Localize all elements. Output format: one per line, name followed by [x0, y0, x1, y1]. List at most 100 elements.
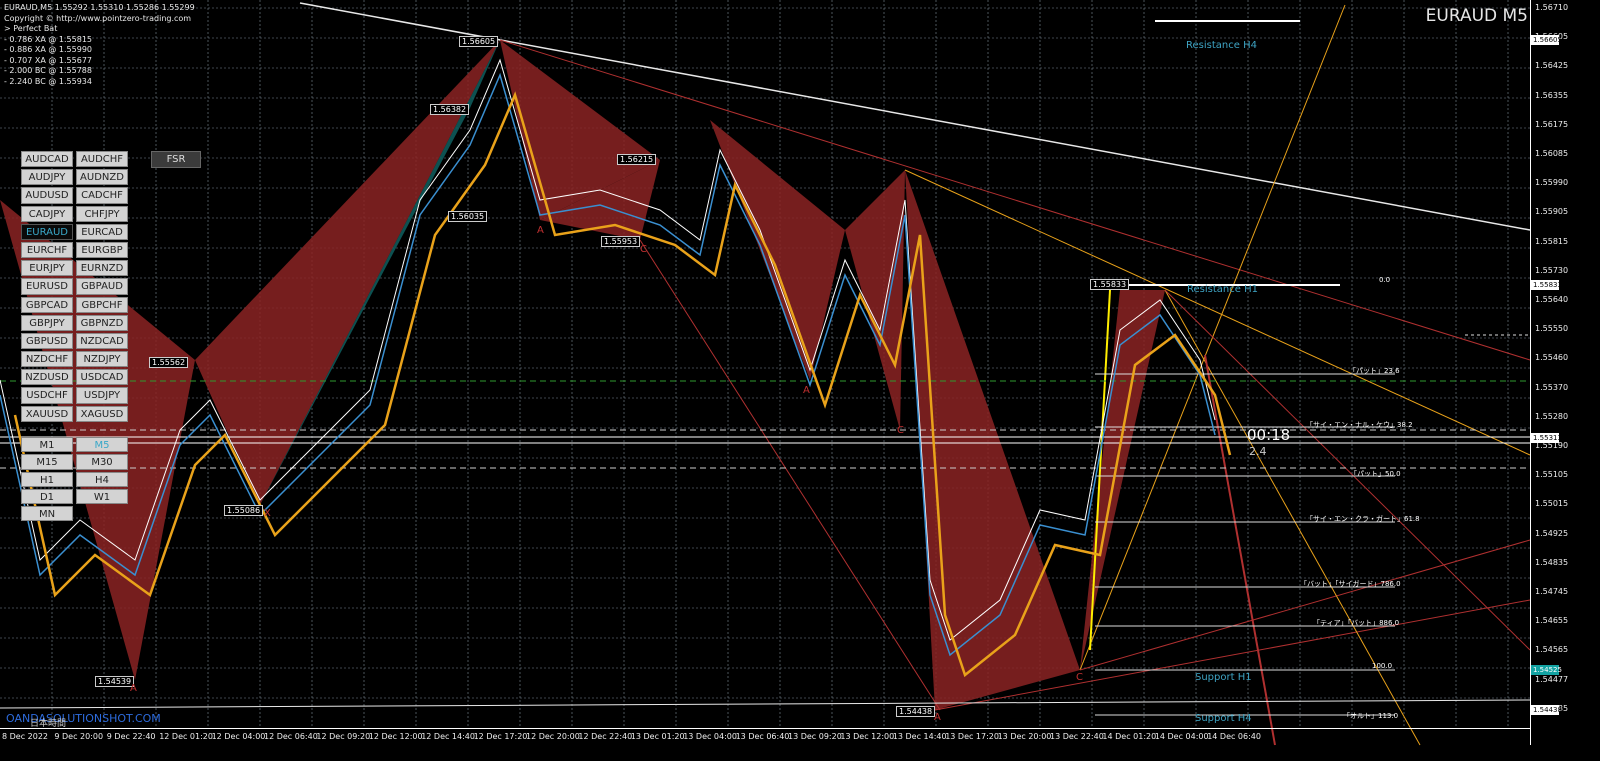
symbol-button[interactable]: AUDUSD — [21, 187, 73, 204]
price-tick-label: 1.55015 — [1535, 499, 1569, 509]
price-badge: 1.55833 — [1531, 280, 1562, 290]
price-tick-label: 1.54745 — [1535, 587, 1569, 596]
symbol-button[interactable]: NZDJPY — [76, 351, 128, 368]
pattern-point-letter: A — [803, 385, 810, 396]
price-chart[interactable] — [0, 0, 1600, 761]
price-tick-label: 1.55280 — [1535, 411, 1569, 421]
symbol-button[interactable]: EURNZD — [76, 260, 128, 277]
timeframe-button[interactable]: W1 — [76, 488, 128, 505]
pattern-point-letter: A — [130, 683, 137, 694]
price-tick-label: 1.55730 — [1535, 265, 1569, 275]
timeframe-button[interactable]: M15 — [21, 454, 73, 470]
time-tick-label: 12 Dec 12:00 — [368, 732, 423, 741]
timeframe-button[interactable]: H1 — [21, 471, 73, 487]
price-tick-label: 1.54835 — [1535, 557, 1569, 567]
pivot-price-label: 1.56605 — [459, 36, 499, 47]
symbol-button[interactable]: GBPCHF — [76, 296, 128, 313]
timeframe-button[interactable]: M30 — [76, 454, 128, 470]
symbol-button[interactable]: GBPJPY — [21, 314, 73, 331]
support-h1-label: Support H1 — [1195, 672, 1252, 683]
time-tick-label: 13 Dec 17:20 — [945, 732, 999, 741]
symbol-button[interactable]: NZDCAD — [76, 332, 128, 350]
fib-level-label: 「サイ・エン・ナル・ケウ」38.2 — [1306, 421, 1413, 429]
price-tick-label: 1.55460 — [1535, 353, 1569, 363]
symbol-button[interactable]: EURCAD — [76, 223, 128, 240]
symbol-button[interactable]: GBPCAD — [21, 296, 73, 313]
symbol-button[interactable]: CADCHF — [76, 187, 128, 204]
trend-line — [1079, 539, 1531, 671]
symbol-button[interactable]: NZDUSD — [21, 369, 73, 386]
symbol-line: EURAUD,M5 1.55292 1.55310 1.55286 1.5529… — [4, 3, 195, 12]
time-tick-label: 12 Dec 04:00 — [211, 732, 266, 741]
price-tick-label: 1.56175 — [1535, 119, 1569, 129]
pattern-point-letter: X — [264, 508, 271, 519]
price-tick-label: 1.55105 — [1535, 470, 1569, 480]
time-tick-label: 12 Dec 17:20 — [473, 732, 528, 741]
pivot-price-label: 1.54438 — [896, 706, 936, 717]
time-tick-label: 12 Dec 06:40 — [264, 732, 318, 741]
price-badge: 1.56605 — [1531, 35, 1562, 45]
resistance-h1-label: Resistance H1 — [1187, 284, 1258, 295]
symbol-button[interactable]: EURAUD — [21, 223, 73, 240]
symbol-button[interactable]: GBPUSD — [21, 332, 73, 350]
symbol-button[interactable]: AUDJPY — [21, 169, 73, 186]
harmonic-patterns — [0, 40, 1165, 710]
price-tick-label: 1.54655 — [1535, 616, 1569, 626]
fib-level-label: 「オルト」113.0 — [1343, 712, 1399, 720]
pivot-price-label: 1.55833 — [1090, 279, 1130, 290]
symbol-button[interactable]: XAUUSD — [21, 405, 73, 422]
symbol-button[interactable]: XAGUSD — [76, 405, 128, 422]
trend-line — [1204, 354, 1276, 746]
support-h4-label: Support H4 — [1195, 713, 1252, 724]
time-tick-label: 13 Dec 09:20 — [788, 732, 842, 741]
ratio-line: - 2.240 BC @ 1.55934 — [4, 76, 92, 86]
symbol-button[interactable]: NZDCHF — [21, 351, 73, 368]
symbol-button[interactable]: GBPAUD — [76, 278, 128, 295]
timeframe-button-panel: M1 M5 M15 M30 H1 H4 D1 W1 MN — [21, 437, 129, 522]
symbol-button[interactable]: AUDNZD — [76, 169, 128, 186]
time-axis[interactable]: 8 Dec 2022 9 Dec 20:00 9 Dec 22:40 12 Dec 0… — [0, 728, 1530, 746]
price-tick-label: 1.54565 — [1535, 645, 1569, 655]
trend-line — [499, 39, 1531, 361]
price-tick-label: 1.54925 — [1535, 528, 1569, 538]
timeframe-button[interactable]: D1 — [21, 488, 73, 505]
pattern-point-letter: C — [897, 425, 904, 436]
timeframe-button[interactable]: M1 — [21, 437, 73, 453]
symbol-button[interactable]: CADJPY — [21, 205, 73, 222]
price-tick-label: 1.56085 — [1535, 149, 1569, 158]
price-badge: 1.55313 — [1531, 433, 1562, 443]
symbol-button[interactable]: USDCHF — [21, 387, 73, 404]
price-tick-label: 1.55905 — [1535, 207, 1569, 217]
symbol-button[interactable]: EURGBP — [76, 241, 128, 259]
price-badge: 1.54438 — [1531, 705, 1562, 715]
price-tick-label: 1.56425 — [1535, 61, 1569, 71]
time-tick-label: 12 Dec 14:40 — [421, 732, 475, 741]
symbol-button[interactable]: USDCAD — [76, 369, 128, 386]
pivot-price-label: 1.55953 — [601, 236, 641, 247]
pivot-price-label: 1.55086 — [224, 505, 264, 516]
trend-line — [1164, 289, 1531, 651]
symbol-button[interactable]: AUDCAD — [21, 151, 73, 168]
symbol-button[interactable]: USDJPY — [76, 387, 128, 404]
time-tick-label: 14 Dec 01:20 — [1102, 732, 1157, 741]
time-tick-label: 12 Dec 01:20 — [159, 732, 213, 741]
timeframe-button[interactable]: MN — [21, 506, 73, 522]
symbol-button[interactable]: EURJPY — [21, 260, 73, 277]
symbol-button[interactable]: GBPNZD — [76, 314, 128, 331]
symbol-button[interactable]: EURUSD — [21, 278, 73, 295]
time-tick-label: 14 Dec 06:40 — [1207, 732, 1261, 741]
timeframe-button[interactable]: M5 — [76, 437, 128, 453]
price-tick-label: 1.56355 — [1535, 90, 1569, 100]
fsr-button[interactable]: FSR — [151, 151, 201, 168]
symbol-button[interactable]: AUDCHF — [76, 151, 128, 168]
timeframe-button[interactable]: H4 — [76, 471, 128, 487]
ratio-line: - 0.886 XA @ 1.55990 — [4, 45, 92, 54]
fib-level-label: 「バット」「サイガード」786.0 — [1300, 580, 1401, 588]
time-tick-label: 12 Dec 22:40 — [578, 732, 633, 741]
price-axis[interactable]: 1.56710 1.56605 1.56425 1.56355 1.56175 1.560… — [1530, 0, 1600, 745]
pivot-price-label: 1.55562 — [149, 357, 189, 368]
price-tick-label: 1.55550 — [1535, 324, 1569, 334]
fib-level-label: 100.0 — [1372, 662, 1393, 670]
symbol-button[interactable]: CHFJPY — [76, 205, 128, 222]
symbol-button[interactable]: EURCHF — [21, 241, 73, 259]
